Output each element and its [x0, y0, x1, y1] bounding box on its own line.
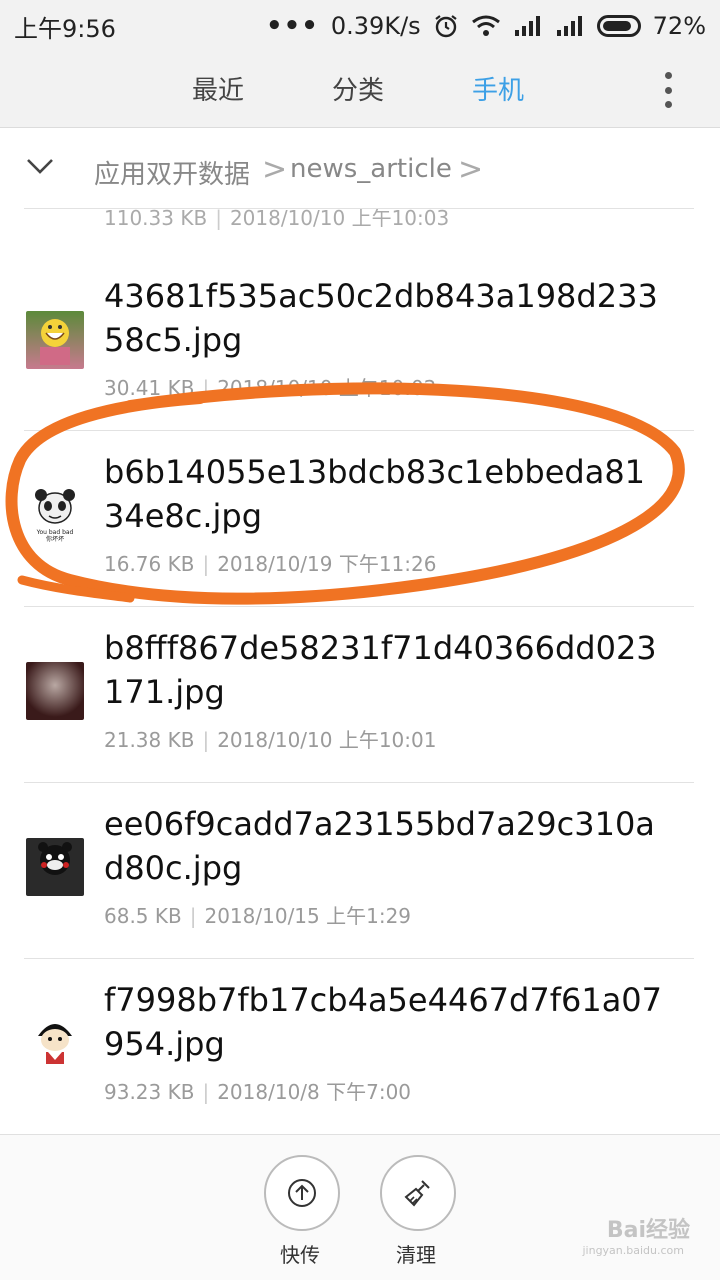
cartoon-meme-thumbnail [26, 1014, 84, 1072]
tab-phone[interactable]: 手机 [472, 70, 524, 107]
file-name: b6b14055e13bdcb83c1ebbeda8134e8c.jpg [104, 453, 646, 535]
file-name: ee06f9cadd7a23155bd7a29c310ad80c.jpg [104, 805, 655, 887]
breadcrumb-separator: > [458, 152, 484, 187]
file-meta: 30.41 KB | 2018/10/10 上午10:02 [104, 376, 437, 400]
signal-icon [514, 16, 540, 36]
file-meta: 93.23 KB | 2018/10/8 下午7:00 [104, 1080, 412, 1104]
clean-button[interactable] [380, 1155, 456, 1231]
chevron-down-icon[interactable] [26, 158, 54, 176]
broom-icon [404, 1180, 430, 1207]
breadcrumb-item-app-data[interactable]: 应用双开数据 [94, 154, 250, 191]
clean-label: 清理 [396, 1243, 436, 1267]
watermark-logo: Bai经验 [606, 1218, 690, 1243]
wifi-icon [471, 15, 500, 36]
tab-bar: 最近 分类 手机 [0, 52, 720, 128]
bottom-toolbar: 快传 清理 [0, 1134, 720, 1280]
quick-send-label: 快传 [280, 1243, 320, 1267]
more-menu-icon[interactable] [662, 72, 674, 108]
file-meta: 68.5 KB | 2018/10/15 上午1:29 [104, 904, 412, 928]
tab-recent[interactable]: 最近 [192, 70, 244, 107]
watermark-url: jingyan.baidu.com [582, 1244, 684, 1257]
laughing-character-thumbnail [26, 311, 84, 369]
file-list[interactable]: 110.33 KB | 2018/10/10 上午10:03 43681f535ac… [0, 208, 720, 1134]
status-time: 上午9:56 [14, 14, 116, 43]
svg-text:You bad bad: You bad bad [36, 529, 74, 536]
bear-meme-thumbnail [26, 838, 84, 896]
file-name: b8fff867de58231f71d40366dd023171.jpg [104, 629, 657, 711]
file-name: f7998b7fb17cb4a5e4467d7f61a07954.jpg [104, 981, 663, 1063]
svg-text:你坏坏: 你坏坏 [46, 535, 64, 543]
notification-dots: ••• [266, 11, 319, 41]
dark-photo-thumbnail [26, 662, 84, 720]
battery-icon [596, 15, 641, 37]
file-item[interactable]: f7998b7fb17cb4a5e4467d7f61a07954.jpg 93.… [0, 958, 720, 1134]
tab-category[interactable]: 分类 [332, 70, 384, 107]
file-meta: 21.38 KB | 2018/10/10 上午10:01 [104, 728, 437, 752]
breadcrumb-item-news-article[interactable]: news_article [290, 154, 452, 184]
upload-icon [288, 1179, 316, 1207]
battery-percent: 72% [652, 12, 706, 40]
signal-icon-2 [556, 16, 582, 36]
file-meta-partial: 110.33 KB | 2018/10/10 上午10:03 [104, 208, 450, 230]
file-item[interactable]: 43681f535ac50c2db843a198d23358c5.jpg 30.… [0, 254, 720, 430]
alarm-icon [434, 15, 457, 38]
status-indicators: ••• 0.39K/s 72% [266, 11, 706, 41]
file-name: 43681f535ac50c2db843a198d23358c5.jpg [104, 277, 658, 359]
file-item[interactable]: You bad bad 你坏坏 b6b14055e13bdcb83c1ebbeda… [0, 430, 720, 606]
network-speed: 0.39K/s [330, 12, 421, 40]
quick-send-button[interactable] [264, 1155, 340, 1231]
file-meta: 16.76 KB | 2018/10/19 下午11:26 [104, 552, 437, 576]
panda-meme-thumbnail: You bad bad 你坏坏 [26, 486, 84, 544]
breadcrumb: 应用双开数据 > news_article > [0, 128, 720, 210]
file-item[interactable]: b8fff867de58231f71d40366dd023171.jpg 21.… [0, 606, 720, 782]
divider [24, 208, 694, 209]
file-item[interactable]: ee06f9cadd7a23155bd7a29c310ad80c.jpg 68.… [0, 782, 720, 958]
status-bar: 上午9:56 ••• 0.39K/s 72% [0, 0, 720, 52]
breadcrumb-separator: > [262, 152, 288, 187]
